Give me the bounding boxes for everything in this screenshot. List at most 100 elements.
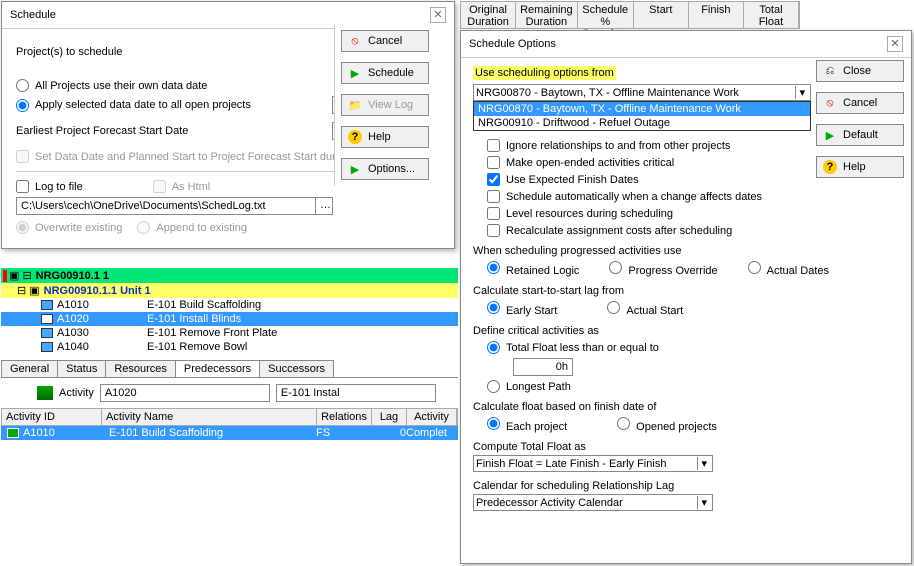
projects-to-schedule-label: Project(s) to schedule <box>16 46 122 58</box>
lag-from-label: Calculate start-to-start lag from <box>473 285 899 297</box>
cal-lag-value: Predecessor Activity Calendar <box>476 497 623 509</box>
radio-longest-path[interactable] <box>487 380 500 393</box>
radio-actual-dates-label: Actual Dates <box>767 265 829 277</box>
tab-resources[interactable]: Resources <box>105 360 176 377</box>
help-button[interactable]: ? Help <box>341 126 429 148</box>
activity-row[interactable]: A1010E-101 Build Scaffolding <box>1 298 458 312</box>
chk-set-data-date <box>16 150 29 163</box>
radio-each-project-label: Each project <box>506 421 567 433</box>
earliest-forecast-label: Earliest Project Forecast Start Date <box>16 125 188 137</box>
options-button-label: Options... <box>368 163 415 175</box>
chk-sched-auto-label: Schedule automatically when a change aff… <box>506 191 762 203</box>
chk-open-ended[interactable] <box>487 156 500 169</box>
radio-total-float-label: Total Float less than or equal to <box>506 342 659 354</box>
radio-own-data-date[interactable] <box>16 79 29 92</box>
activity-name-field[interactable] <box>276 384 436 402</box>
dropdown-option[interactable]: NRG00870 - Baytown, TX - Offline Mainten… <box>474 102 810 116</box>
radio-progress-override-label: Progress Override <box>628 265 717 277</box>
compute-tf-dropdown[interactable]: Finish Float = Late Finish - Early Finis… <box>473 455 713 472</box>
radio-opened-projects-label: Opened projects <box>636 421 717 433</box>
col-relations[interactable]: Relations <box>317 409 372 425</box>
tab-status[interactable]: Status <box>57 360 106 377</box>
options-button[interactable]: ▶ Options... <box>341 158 429 180</box>
activity-row[interactable]: A1040E-101 Remove Bowl <box>1 340 458 354</box>
schedule-dialog-title: Schedule <box>10 9 56 21</box>
radio-apply-selected[interactable] <box>16 99 29 112</box>
radio-each-project[interactable] <box>487 417 500 430</box>
log-file-path[interactable] <box>16 197 316 215</box>
tab-general[interactable]: General <box>1 360 58 377</box>
wbs-row[interactable]: ▣ ⊟NRG00910.1 1 <box>1 268 458 283</box>
activity-id-field[interactable] <box>100 384 270 402</box>
close-icon[interactable]: ✕ <box>430 7 446 23</box>
detail-panel: General Status Resources Predecessors Su… <box>1 360 458 440</box>
view-log-button-label: View Log <box>368 99 413 111</box>
col-activity[interactable]: Activity <box>407 409 457 425</box>
chk-ignore-rel-label: Ignore relationships to and from other p… <box>506 140 730 152</box>
options-cancel-button-label: Cancel <box>843 97 877 109</box>
cancel-icon: ⦸ <box>823 96 837 110</box>
activity-row-selected[interactable]: A1020E-101 Install Blinds <box>1 312 458 326</box>
radio-early-start[interactable] <box>487 301 500 314</box>
chk-as-html-label: As Html <box>172 181 211 193</box>
options-cancel-button[interactable]: ⦸ Cancel <box>816 92 904 114</box>
chk-ignore-rel[interactable] <box>487 139 500 152</box>
chk-log-to-file[interactable] <box>16 180 29 193</box>
col-start[interactable]: Start <box>634 2 689 28</box>
progressed-label: When scheduling progressed activities us… <box>473 245 899 257</box>
chk-expected-finish[interactable] <box>487 173 500 186</box>
tab-successors[interactable]: Successors <box>259 360 334 377</box>
radio-retained-logic[interactable] <box>487 261 500 274</box>
radio-early-start-label: Early Start <box>506 305 557 317</box>
chk-as-html <box>153 180 166 193</box>
dropdown-selected-value: NRG00870 - Baytown, TX - Offline Mainten… <box>476 87 739 99</box>
options-from-dropdown[interactable]: NRG00870 - Baytown, TX - Offline Mainten… <box>473 84 811 101</box>
help-button-label: Help <box>368 131 391 143</box>
chk-sched-auto[interactable] <box>487 190 500 203</box>
close-icon[interactable]: ✕ <box>887 36 903 52</box>
col-activity-name[interactable]: Activity Name <box>102 409 317 425</box>
help-icon: ? <box>348 130 362 144</box>
chevron-down-icon: ▾ <box>697 457 710 470</box>
close-button[interactable]: ⎌ Close <box>816 60 904 82</box>
radio-progress-override[interactable] <box>609 261 622 274</box>
log-file-browse-button[interactable]: … <box>315 197 333 215</box>
col-orig-dur[interactable]: Original Duration <box>461 2 516 28</box>
compute-tf-value: Finish Float = Late Finish - Early Finis… <box>476 458 666 470</box>
radio-apply-selected-label: Apply selected data date to all open pro… <box>35 99 251 111</box>
activity-label: Activity <box>59 387 94 399</box>
chk-log-to-file-label: Log to file <box>35 181 83 193</box>
predecessor-row[interactable]: A1010 E-101 Build Scaffolding FS 0 Compl… <box>1 426 458 440</box>
radio-actual-start[interactable] <box>607 301 620 314</box>
col-rem-dur[interactable]: Remaining Duration <box>516 2 578 28</box>
wbs-row[interactable]: ⊟ ▣NRG00910.1.1 Unit 1 <box>1 283 458 298</box>
options-help-button-label: Help <box>843 161 866 173</box>
cancel-button[interactable]: ⦸ Cancel <box>341 30 429 52</box>
close-button-label: Close <box>843 65 871 77</box>
options-help-button[interactable]: ? Help <box>816 156 904 178</box>
compute-tf-label: Compute Total Float as <box>473 441 899 453</box>
col-lag[interactable]: Lag <box>372 409 407 425</box>
default-button[interactable]: ▶ Default <box>816 124 904 146</box>
tab-predecessors[interactable]: Predecessors <box>175 360 260 377</box>
default-button-label: Default <box>843 129 878 141</box>
col-sched-pct[interactable]: Schedule % Complete <box>578 2 634 28</box>
col-finish[interactable]: Finish <box>689 2 744 28</box>
cal-lag-dropdown[interactable]: Predecessor Activity Calendar ▾ <box>473 494 713 511</box>
dropdown-option[interactable]: NRG00910 - Driftwood - Refuel Outage <box>474 116 810 130</box>
radio-total-float[interactable] <box>487 341 500 354</box>
total-float-value[interactable] <box>513 358 573 376</box>
schedule-button[interactable]: ▶ Schedule <box>341 62 429 84</box>
activity-row[interactable]: A1030E-101 Remove Front Plate <box>1 326 458 340</box>
float-based-label: Calculate float based on finish date of <box>473 401 899 413</box>
activity-tree: ▣ ⊟NRG00910.1 1 ⊟ ▣NRG00910.1.1 Unit 1 A… <box>1 268 458 354</box>
chk-level-res[interactable] <box>487 207 500 220</box>
col-activity-id[interactable]: Activity ID <box>2 409 102 425</box>
close-door-icon: ⎌ <box>823 64 837 78</box>
chk-recalc[interactable] <box>487 224 500 237</box>
radio-opened-projects[interactable] <box>617 417 630 430</box>
chk-level-res-label: Level resources during scheduling <box>506 208 673 220</box>
schedule-button-label: Schedule <box>368 67 414 79</box>
radio-actual-dates[interactable] <box>748 261 761 274</box>
col-total-float[interactable]: Total Float <box>744 2 799 28</box>
